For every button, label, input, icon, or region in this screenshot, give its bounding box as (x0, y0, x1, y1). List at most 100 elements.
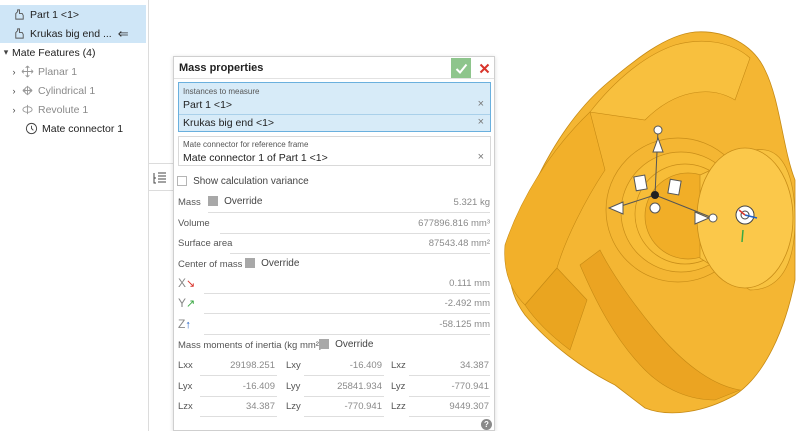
cylindrical-mate-icon (20, 84, 34, 98)
field-underline (409, 375, 490, 376)
tree-item-cylindrical[interactable]: › Cylindrical 1 (0, 81, 146, 100)
lzz-value: 9449.307 (449, 401, 489, 412)
feature-tree: Part 1 <1> Krukas big end ... ⇐ ▾ Mate F… (0, 0, 149, 431)
lzy-label: Lzy (286, 401, 301, 412)
instance-label: Krukas big end <1> (183, 117, 275, 129)
tree-item-krukas[interactable]: Krukas big end ... ⇐ (0, 24, 146, 43)
remove-reference-icon[interactable]: × (478, 151, 484, 163)
tree-item-planar[interactable]: › Planar 1 (0, 62, 146, 81)
lxy-value: -16.409 (349, 360, 382, 371)
field-underline (204, 313, 490, 314)
check-icon (455, 63, 467, 74)
field-underline (200, 375, 277, 376)
chevron-down-icon[interactable]: ▾ (0, 47, 12, 58)
list-icon[interactable] (152, 170, 168, 186)
chevron-right-icon[interactable]: › (8, 105, 20, 115)
lzy-value: -770.941 (344, 401, 382, 412)
moi-label: Mass moments of inertia (kg mm²) (178, 340, 323, 351)
tree-item-label: Cylindrical 1 (38, 84, 96, 97)
crankshaft-model[interactable] (495, 0, 800, 431)
com-y-value: -2.492 mm (444, 298, 490, 309)
reference-caption: Mate connector for reference frame (183, 140, 309, 149)
tree-item-label: Krukas big end ... (30, 27, 112, 40)
show-variance-checkbox[interactable] (177, 176, 187, 187)
lxx-value: 29198.251 (230, 360, 275, 371)
lzx-value: 34.387 (245, 401, 275, 412)
part-icon (12, 27, 26, 41)
reference-value: Mate connector 1 of Part 1 <1> (183, 152, 328, 164)
divider (149, 190, 173, 191)
lyy-value: 25841.934 (337, 381, 382, 392)
field-underline (304, 375, 384, 376)
3d-viewport[interactable] (495, 0, 800, 431)
instance-row[interactable]: Krukas big end <1> × (179, 115, 490, 132)
lyx-value: -16.409 (242, 381, 275, 392)
accept-button[interactable] (451, 58, 471, 78)
dialog-title: Mass properties (179, 62, 264, 74)
lyz-value: -770.941 (451, 381, 489, 392)
tree-item-label: Planar 1 (38, 65, 78, 78)
remove-instance-icon[interactable]: × (478, 116, 484, 128)
field-underline (204, 293, 490, 294)
field-underline (200, 416, 277, 417)
override-label: Override (224, 195, 263, 207)
instance-label: Part 1 <1> (183, 99, 233, 111)
lxz-value: 34.387 (459, 360, 489, 371)
field-underline (204, 334, 490, 335)
revolute-mate-icon (20, 103, 34, 117)
instance-row[interactable]: Part 1 <1> × (179, 97, 490, 114)
chevron-right-icon[interactable]: › (8, 86, 20, 96)
center-of-mass-label: Center of mass (178, 259, 243, 270)
tree-item-mate-connector[interactable]: Mate connector 1 (0, 119, 146, 138)
help-icon[interactable]: ? (481, 419, 492, 430)
lzz-label: Lzz (391, 401, 406, 412)
cancel-button[interactable] (474, 58, 494, 78)
tree-item-label: Mate connector 1 (42, 122, 124, 135)
moi-override-checkbox[interactable] (319, 339, 329, 350)
dialog-header: Mass properties (174, 57, 494, 79)
tree-item-label: Mate Features (4) (12, 46, 96, 59)
moi-override-row: Override (319, 338, 373, 350)
mass-label: Mass (178, 197, 201, 208)
reference-frame-box[interactable]: Mate connector for reference frame Mate … (178, 136, 491, 166)
left-arrow-icon: ⇐ (117, 25, 129, 41)
tree-item-part1[interactable]: Part 1 <1> (0, 5, 146, 24)
com-x-value: 0.111 mm (449, 278, 490, 289)
com-z-value: -58.125 mm (439, 319, 490, 330)
surface-area-label: Surface area (178, 238, 233, 249)
mass-override-row: Override (208, 195, 262, 207)
com-override-checkbox[interactable] (245, 258, 255, 269)
field-underline (230, 253, 490, 254)
lyz-label: Lyz (391, 381, 406, 392)
mass-override-checkbox[interactable] (208, 196, 218, 207)
remove-instance-icon[interactable]: × (478, 98, 484, 110)
lxz-label: Lxz (391, 360, 406, 371)
x-axis-icon: X↘ (178, 276, 196, 290)
volume-value: 677896.816 mm³ (418, 218, 490, 229)
mass-properties-dialog: Mass properties Instances to measure Par… (173, 56, 495, 431)
field-underline (220, 233, 490, 234)
planar-mate-icon (20, 65, 34, 79)
tree-item-label: Revolute 1 (38, 103, 89, 116)
lyy-label: Lyy (286, 381, 301, 392)
instances-caption: Instances to measure (183, 87, 260, 96)
mass-value: 5.321 kg (453, 197, 490, 208)
part-icon (12, 8, 26, 22)
y-axis-icon: Y↗ (178, 296, 196, 310)
chevron-right-icon[interactable]: › (8, 67, 20, 77)
tree-item-revolute[interactable]: › Revolute 1 (0, 100, 146, 119)
mate-connector-icon (24, 122, 38, 136)
tree-item-label: Part 1 <1> (30, 8, 80, 21)
lzx-label: Lzx (178, 401, 193, 412)
surface-area-value: 87543.48 mm² (428, 238, 490, 249)
show-variance-row: Show calculation variance (177, 175, 309, 187)
instances-selection-box[interactable]: Instances to measure Part 1 <1> × Krukas… (178, 82, 491, 132)
field-underline (304, 416, 384, 417)
lyx-label: Lyx (178, 381, 193, 392)
field-underline (304, 396, 384, 397)
tree-group-mate-features[interactable]: ▾ Mate Features (4) (0, 43, 146, 62)
field-underline (208, 212, 490, 213)
field-underline (409, 416, 490, 417)
divider (149, 163, 173, 164)
field-underline (200, 396, 277, 397)
